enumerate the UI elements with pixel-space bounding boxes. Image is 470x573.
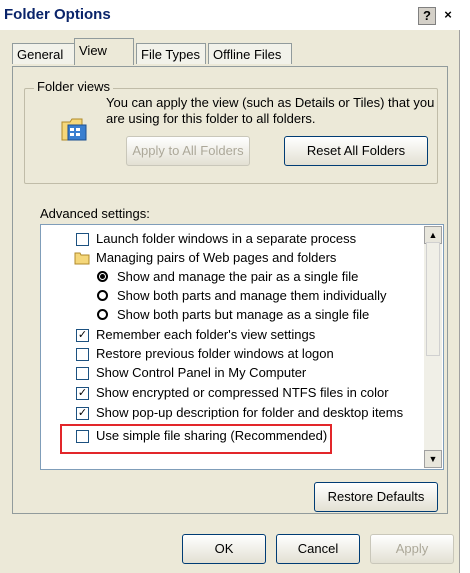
- title-bar: Folder Options ? ×: [0, 0, 460, 30]
- tab-file-types[interactable]: File Types: [136, 43, 206, 64]
- advanced-settings-label: Advanced settings:: [40, 206, 150, 221]
- folder-views-description: You can apply the view (such as Details …: [106, 95, 435, 126]
- scroll-down-button[interactable]: ▼: [424, 450, 442, 468]
- apply-to-all-folders-button[interactable]: Apply to All Folders: [126, 136, 250, 166]
- help-button[interactable]: ?: [418, 7, 436, 25]
- window-title: Folder Options: [4, 6, 111, 23]
- checkbox[interactable]: [76, 348, 89, 361]
- checkbox[interactable]: [76, 367, 89, 380]
- list-item-label: Remember each folder's view settings: [96, 327, 316, 342]
- folder-views-label: Folder views: [34, 79, 113, 94]
- advanced-settings-scrollbar[interactable]: ▲ ▼: [424, 226, 442, 468]
- list-item-label: Show pop-up description for folder and d…: [96, 405, 404, 420]
- list-item-label: Show Control Panel in My Computer: [96, 365, 307, 380]
- folder-icon: [74, 252, 90, 265]
- apply-button[interactable]: Apply: [370, 534, 454, 564]
- list-item-label: Launch folder windows in a separate proc…: [96, 231, 357, 246]
- radio-button[interactable]: [97, 271, 108, 282]
- checkbox[interactable]: ✓: [76, 329, 89, 342]
- radio-button[interactable]: [97, 309, 108, 320]
- scrollbar-thumb[interactable]: [426, 242, 440, 356]
- list-item-label: Show both parts and manage them individu…: [117, 288, 387, 303]
- checkbox[interactable]: ✓: [76, 387, 89, 400]
- list-item-label: Show and manage the pair as a single fil…: [117, 269, 359, 284]
- tab-general[interactable]: General: [12, 43, 76, 64]
- close-button[interactable]: ×: [440, 7, 456, 23]
- list-item-label: Show encrypted or compressed NTFS files …: [96, 385, 389, 400]
- checkbox[interactable]: ✓: [76, 407, 89, 420]
- reset-all-folders-button[interactable]: Reset All Folders: [284, 136, 428, 166]
- list-item-label: Restore previous folder windows at logon: [96, 346, 334, 361]
- highlight-box: [60, 424, 332, 454]
- restore-defaults-button[interactable]: Restore Defaults: [314, 482, 438, 512]
- folder-view-icon: [61, 118, 87, 141]
- list-item-label: Show both parts but manage as a single f…: [117, 307, 370, 322]
- ok-button[interactable]: OK: [182, 534, 266, 564]
- cancel-button[interactable]: Cancel: [276, 534, 360, 564]
- checkbox[interactable]: [76, 233, 89, 246]
- tab-view[interactable]: View: [74, 38, 134, 65]
- tab-offline-files[interactable]: Offline Files: [208, 43, 292, 64]
- folder-options-dialog: Folder Options ? × General View File Typ…: [0, 0, 460, 573]
- radio-button[interactable]: [97, 290, 108, 301]
- list-item-label: Managing pairs of Web pages and folders: [96, 250, 337, 265]
